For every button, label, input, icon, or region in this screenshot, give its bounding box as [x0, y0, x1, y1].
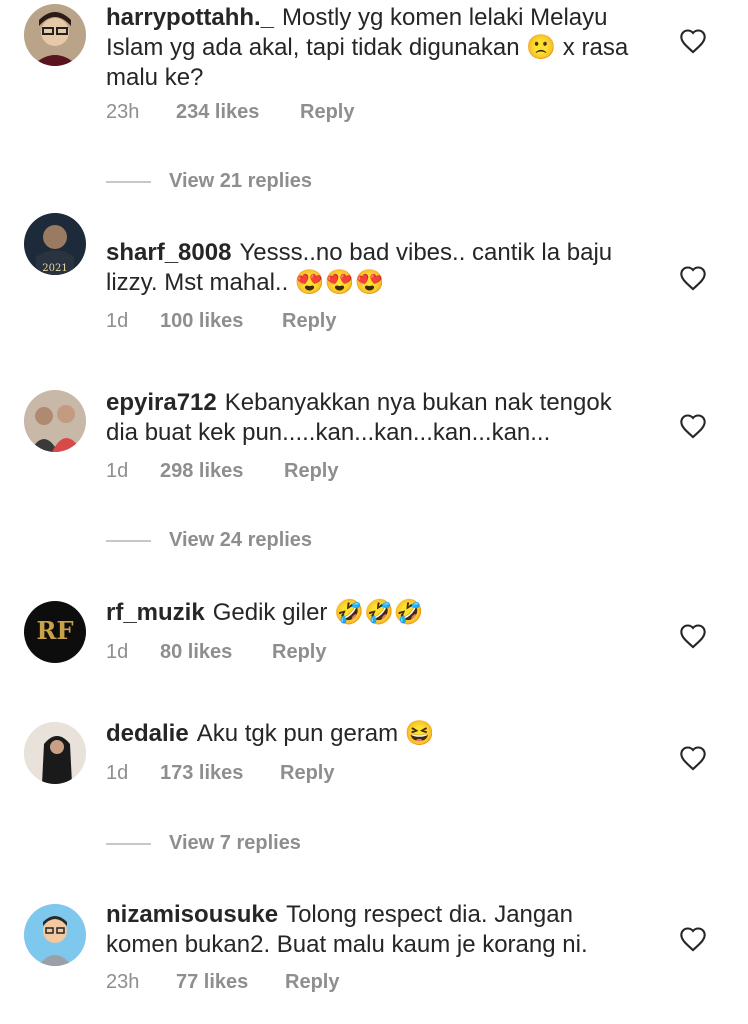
comment-text: Aku tgk pun geram 😆	[196, 720, 435, 747]
divider-line	[106, 842, 151, 845]
view-replies-label[interactable]: View 7 replies	[169, 832, 301, 854]
comment-likes[interactable]: 100 likes	[160, 310, 282, 333]
comment-time: 1d	[106, 460, 129, 482]
avatar[interactable]	[24, 4, 86, 66]
comment-time: 23h	[106, 101, 140, 123]
reply-button[interactable]: Reply	[284, 460, 338, 483]
comment-text-block: nizamisousuke Tolong respect dia. Jangan …	[106, 900, 646, 960]
svg-text:2021: 2021	[42, 263, 67, 274]
reply-button[interactable]: Reply	[285, 971, 339, 994]
comment-time: 1d	[106, 762, 129, 784]
avatar[interactable]	[24, 904, 86, 966]
comment-likes[interactable]: 173 likes	[160, 762, 280, 785]
comment-time: 23h	[106, 971, 140, 993]
divider-line	[106, 539, 151, 542]
comment-text: Gedik giler 🤣🤣🤣	[212, 599, 424, 626]
view-replies-button[interactable]: View 21 replies	[106, 170, 312, 193]
reply-button[interactable]: Reply	[272, 641, 326, 664]
comment-username[interactable]: epyira712	[106, 389, 217, 416]
comment-text-block: rf_muzik Gedik giler 🤣🤣🤣	[106, 598, 646, 628]
comment-likes[interactable]: 77 likes	[176, 971, 285, 994]
comment-meta: 23h 77 likes Reply	[106, 971, 339, 994]
view-replies-button[interactable]: View 7 replies	[106, 832, 301, 855]
comment-username[interactable]: rf_muzik	[106, 599, 205, 626]
comment-meta: 1d 100 likes Reply	[106, 310, 336, 333]
heart-icon[interactable]	[679, 926, 707, 952]
heart-icon[interactable]	[679, 745, 707, 771]
view-replies-button[interactable]: View 24 replies	[106, 529, 312, 552]
comment-meta: 1d 173 likes Reply	[106, 762, 334, 785]
avatar[interactable]: 2021	[24, 213, 86, 275]
comment-time: 1d	[106, 641, 129, 663]
heart-icon[interactable]	[679, 413, 707, 439]
comment-time: 1d	[106, 310, 129, 332]
comment-meta: 1d 298 likes Reply	[106, 460, 338, 483]
comment-text-block: sharf_8008 Yesss..no bad vibes.. cantik l…	[106, 238, 646, 298]
view-replies-label[interactable]: View 21 replies	[169, 170, 312, 192]
comment-username[interactable]: harrypottahh._	[106, 4, 274, 31]
avatar[interactable]: RF	[24, 601, 86, 663]
comment-text-block: dedalie Aku tgk pun geram 😆	[106, 719, 646, 749]
heart-icon[interactable]	[679, 28, 707, 54]
comment-likes[interactable]: 80 likes	[160, 641, 272, 664]
comment-text-block: harrypottahh._ Mostly yg komen lelaki Mel…	[106, 3, 646, 93]
heart-icon[interactable]	[679, 623, 707, 649]
heart-icon[interactable]	[679, 265, 707, 291]
view-replies-label[interactable]: View 24 replies	[169, 529, 312, 551]
divider-line	[106, 180, 151, 183]
comment-username[interactable]: sharf_8008	[106, 239, 231, 266]
svg-text:RF: RF	[37, 616, 74, 645]
comment-meta: 1d 80 likes Reply	[106, 641, 326, 664]
comment-likes[interactable]: 298 likes	[160, 460, 284, 483]
avatar[interactable]	[24, 722, 86, 784]
avatar[interactable]	[24, 390, 86, 452]
reply-button[interactable]: Reply	[280, 762, 334, 785]
comment-meta: 23h 234 likes Reply	[106, 101, 354, 124]
reply-button[interactable]: Reply	[300, 101, 354, 124]
reply-button[interactable]: Reply	[282, 310, 336, 333]
comment-text-block: epyira712 Kebanyakkan nya bukan nak tengo…	[106, 388, 646, 448]
comment-username[interactable]: dedalie	[106, 720, 189, 747]
comment-username[interactable]: nizamisousuke	[106, 901, 278, 928]
comment-likes[interactable]: 234 likes	[176, 101, 300, 124]
